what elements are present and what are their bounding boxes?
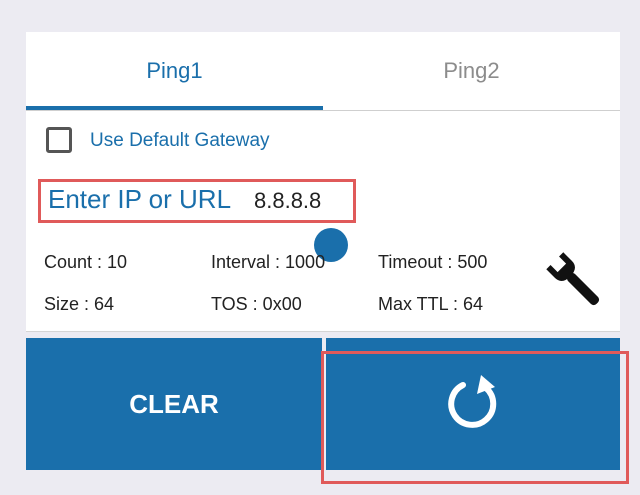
tos-value: TOS : 0x00 — [211, 294, 302, 314]
clear-button[interactable]: CLEAR — [26, 338, 322, 470]
right-margin — [630, 30, 640, 495]
interval-value: Interval : 1000 — [211, 252, 326, 272]
default-gateway-checkbox[interactable] — [46, 127, 72, 153]
count-value: Count : 10 — [44, 252, 128, 272]
default-gateway-label[interactable]: Use Default Gateway — [90, 130, 270, 152]
tab-ping2[interactable]: Ping2 — [323, 32, 620, 110]
ping-settings-card: Ping1 Ping2 Use Default Gateway Enter IP… — [26, 32, 620, 332]
refresh-icon — [448, 375, 497, 428]
start-ping-button[interactable] — [326, 338, 620, 470]
ip-label: Enter IP or URL — [48, 184, 232, 214]
timeout-value: Timeout : 500 — [378, 252, 488, 272]
max-ttl-value: Max TTL : 64 — [378, 294, 484, 314]
card-divider — [26, 331, 620, 332]
ip-input[interactable] — [246, 184, 352, 218]
wrench-icon[interactable] — [544, 250, 608, 314]
tab-ping1[interactable]: Ping1 — [26, 32, 323, 110]
tab-divider — [26, 110, 620, 111]
size-value: Size : 64 — [44, 294, 115, 314]
